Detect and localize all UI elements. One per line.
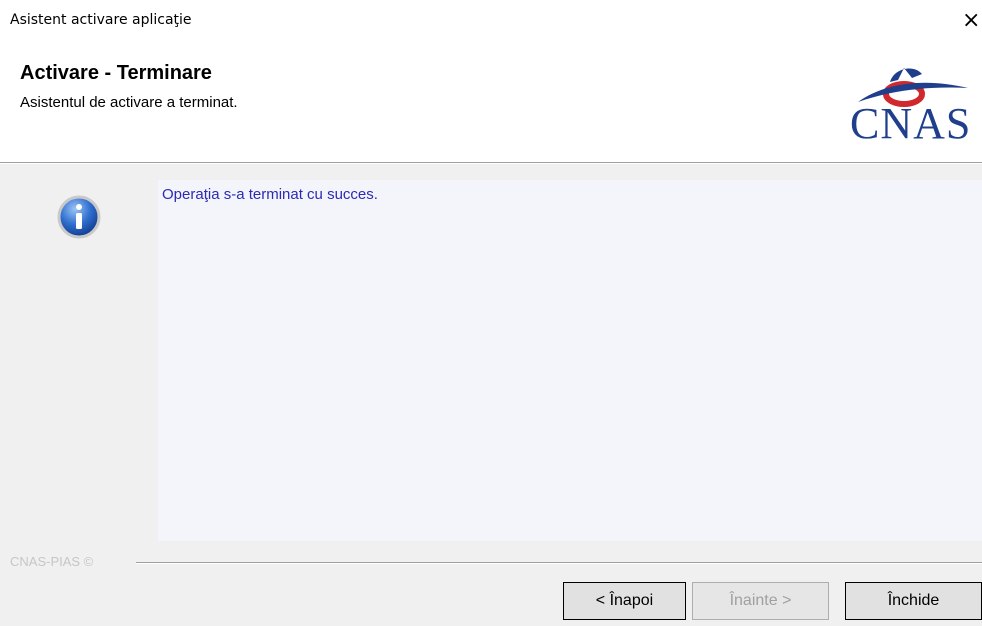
next-button[interactable]: Înainte > bbox=[692, 582, 829, 620]
info-icon bbox=[57, 195, 101, 239]
message-panel: Operaţia s-a terminat cu succes. bbox=[158, 180, 982, 541]
status-message: Operaţia s-a terminat cu succes. bbox=[162, 186, 378, 203]
close-window-button[interactable]: × bbox=[962, 10, 982, 34]
window-title: Asistent activare aplicaţie bbox=[10, 12, 192, 28]
back-button[interactable]: < Înapoi bbox=[563, 582, 686, 620]
cnas-logo-text: CNAS bbox=[850, 99, 972, 148]
title-bar: Asistent activare aplicaţie × bbox=[0, 0, 982, 44]
footer-brand-label: CNAS-PIAS © bbox=[10, 554, 94, 569]
wizard-header: Activare - Terminare Asistentul de activ… bbox=[0, 44, 982, 162]
cnas-logo: CNAS bbox=[846, 56, 982, 148]
page-title: Activare - Terminare bbox=[20, 62, 212, 84]
wizard-body: Operaţia s-a terminat cu succes. CNAS-PI… bbox=[0, 164, 982, 626]
page-subtitle: Asistentul de activare a terminat. bbox=[20, 94, 238, 111]
close-button[interactable]: Închide bbox=[845, 582, 982, 620]
footer-separator bbox=[136, 562, 982, 564]
